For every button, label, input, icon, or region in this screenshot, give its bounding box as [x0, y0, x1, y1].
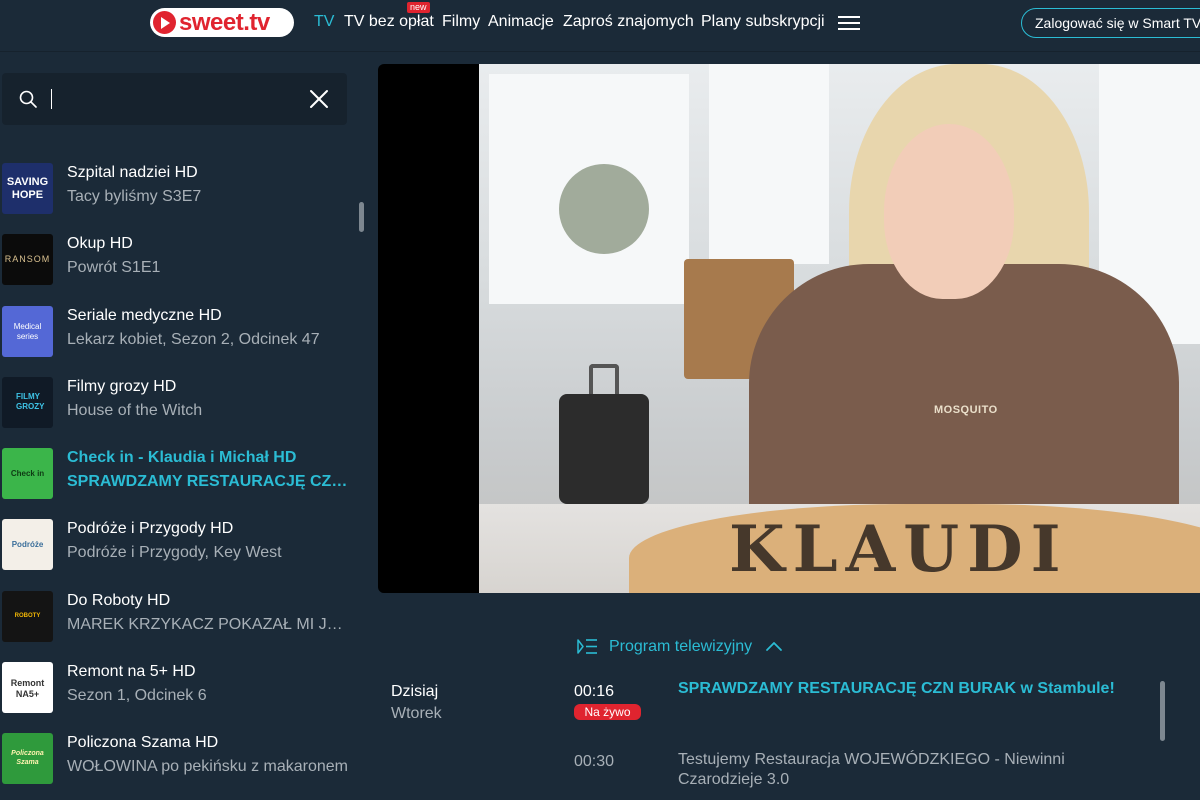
logo-text: sweet.tv [179, 9, 270, 36]
channel-item[interactable]: RANSOM Okup HD Powrót S1E1 [0, 234, 360, 305]
channel-item[interactable]: Podróże Podróże i Przygody HD Podróże i … [0, 519, 360, 590]
channel-program: Tacy byliśmy S3E7 [67, 188, 202, 205]
epg-scrollbar[interactable] [1160, 681, 1165, 741]
channel-program: Lekarz kobiet, Sezon 2, Odcinek 47 [67, 331, 320, 348]
channel-logo: Medical series [2, 306, 53, 357]
channel-logo: FILMY GROZY [2, 377, 53, 428]
epg-toggle-label: Program telewizyjny [609, 638, 753, 655]
nav-invite-friends[interactable]: Zaproś znajomych [563, 12, 694, 32]
channel-item[interactable]: Medical series Seriale medyczne HD Lekar… [0, 306, 360, 377]
search-icon [19, 90, 37, 108]
person-sweater [749, 264, 1179, 524]
channel-title: Okup HD [67, 235, 133, 252]
channel-title: Do Roboty HD [67, 592, 171, 609]
channel-title: Policzona Szama HD [67, 734, 219, 751]
channel-logo: ROBOTY [2, 591, 53, 642]
sweet-tv-logo[interactable]: sweet.tv [150, 8, 294, 37]
channel-program: WOŁOWINA po pekińsku z makaronem [67, 758, 348, 775]
channel-program: Sezon 1, Odcinek 6 [67, 687, 207, 704]
text-caret [51, 89, 52, 109]
channel-title: Filmy grozy HD [67, 378, 177, 395]
player-area: MOSQUITO KLAUDI Program telewizyjny Dzis… [368, 53, 1200, 800]
program-list-icon [577, 639, 597, 654]
play-logo-icon [153, 11, 176, 34]
hamburger-icon[interactable] [838, 15, 860, 31]
epg-program-next[interactable]: Testujemy Restauracja WOJEWÓDZKIEGO - Ni… [678, 750, 1148, 790]
channel-item[interactable]: FILMY GROZY Filmy grozy HD House of the … [0, 377, 360, 448]
channel-title: Remont na 5+ HD [67, 663, 196, 680]
channel-item-active[interactable]: Check in Check in - Klaudia i Michał HD … [0, 448, 360, 519]
bread-lettering: KLAUDI [729, 512, 1069, 587]
top-header: sweet.tv TV TV bez opłat new Filmy Anima… [0, 0, 1200, 52]
channel-item[interactable]: SAVING HOPE Szpital nadziei HD Tacy byli… [0, 163, 360, 234]
channel-logo: Policzona Szama [2, 733, 53, 784]
nav-subscription-plans[interactable]: Plany subskrypcji [701, 12, 825, 32]
epg-day: Dzisiaj [391, 683, 439, 700]
channel-title: Podróże i Przygody HD [67, 520, 234, 537]
channel-sidebar: SAVING HOPE Szpital nadziei HD Tacy byli… [0, 53, 368, 800]
channel-logo: Check in [2, 448, 53, 499]
nav-movies[interactable]: Filmy [442, 12, 480, 32]
channel-logo: SAVING HOPE [2, 163, 53, 214]
channel-title: Szpital nadziei HD [67, 164, 198, 181]
channel-program: House of the Witch [67, 402, 203, 419]
close-icon[interactable] [309, 89, 329, 109]
epg-time-current: 00:16 [574, 683, 615, 700]
video-player[interactable]: MOSQUITO KLAUDI [378, 64, 1200, 593]
epg-time-next: 00:30 [574, 753, 615, 770]
channel-program: Powrót S1E1 [67, 259, 161, 276]
plant [559, 164, 649, 254]
channel-title: Seriale medyczne HD [67, 307, 222, 324]
channel-title: Check in - Klaudia i Michał HD [67, 449, 297, 466]
smart-tv-login-button[interactable]: Zalogować się w Smart TV [1021, 8, 1200, 38]
search-input[interactable] [2, 73, 347, 125]
channel-program: Podróże i Przygody, Key West [67, 544, 282, 561]
nav-tv[interactable]: TV [314, 12, 334, 32]
person-face [884, 124, 1014, 299]
shirt-print: MOSQUITO [934, 404, 998, 416]
channel-logo: Podróże [2, 519, 53, 570]
suitcase [559, 394, 649, 504]
chevron-up-icon [766, 642, 782, 651]
channel-item[interactable]: Remont NA5+ Remont na 5+ HD Sezon 1, Odc… [0, 662, 360, 733]
channel-logo: RANSOM [2, 234, 53, 285]
video-frame: MOSQUITO KLAUDI [479, 64, 1200, 593]
live-badge: Na żywo [574, 704, 641, 720]
channel-item[interactable]: ROBOTY Do Roboty HD MAREK KRZYKACZ POKAZ… [0, 591, 360, 662]
channel-logo: Remont NA5+ [2, 662, 53, 713]
epg-program-current[interactable]: SPRAWDZAMY RESTAURACJĘ CZN BURAK w Stamb… [678, 679, 1148, 699]
channel-item[interactable]: Policzona Szama Policzona Szama HD WOŁOW… [0, 733, 360, 800]
channel-program: MAREK KRZYKACZ POKAZAŁ MI JAK WYGLĄDA JE… [67, 616, 352, 633]
epg-weekday: Wtorek [391, 705, 442, 722]
nav-animations[interactable]: Animacje [488, 12, 554, 32]
channel-program: SPRAWDZAMY RESTAURACJĘ CZN BURAK w Stamb… [67, 473, 352, 490]
new-badge: new [407, 2, 430, 13]
nav-free-tv[interactable]: TV bez opłat [344, 12, 434, 32]
window [709, 64, 829, 264]
